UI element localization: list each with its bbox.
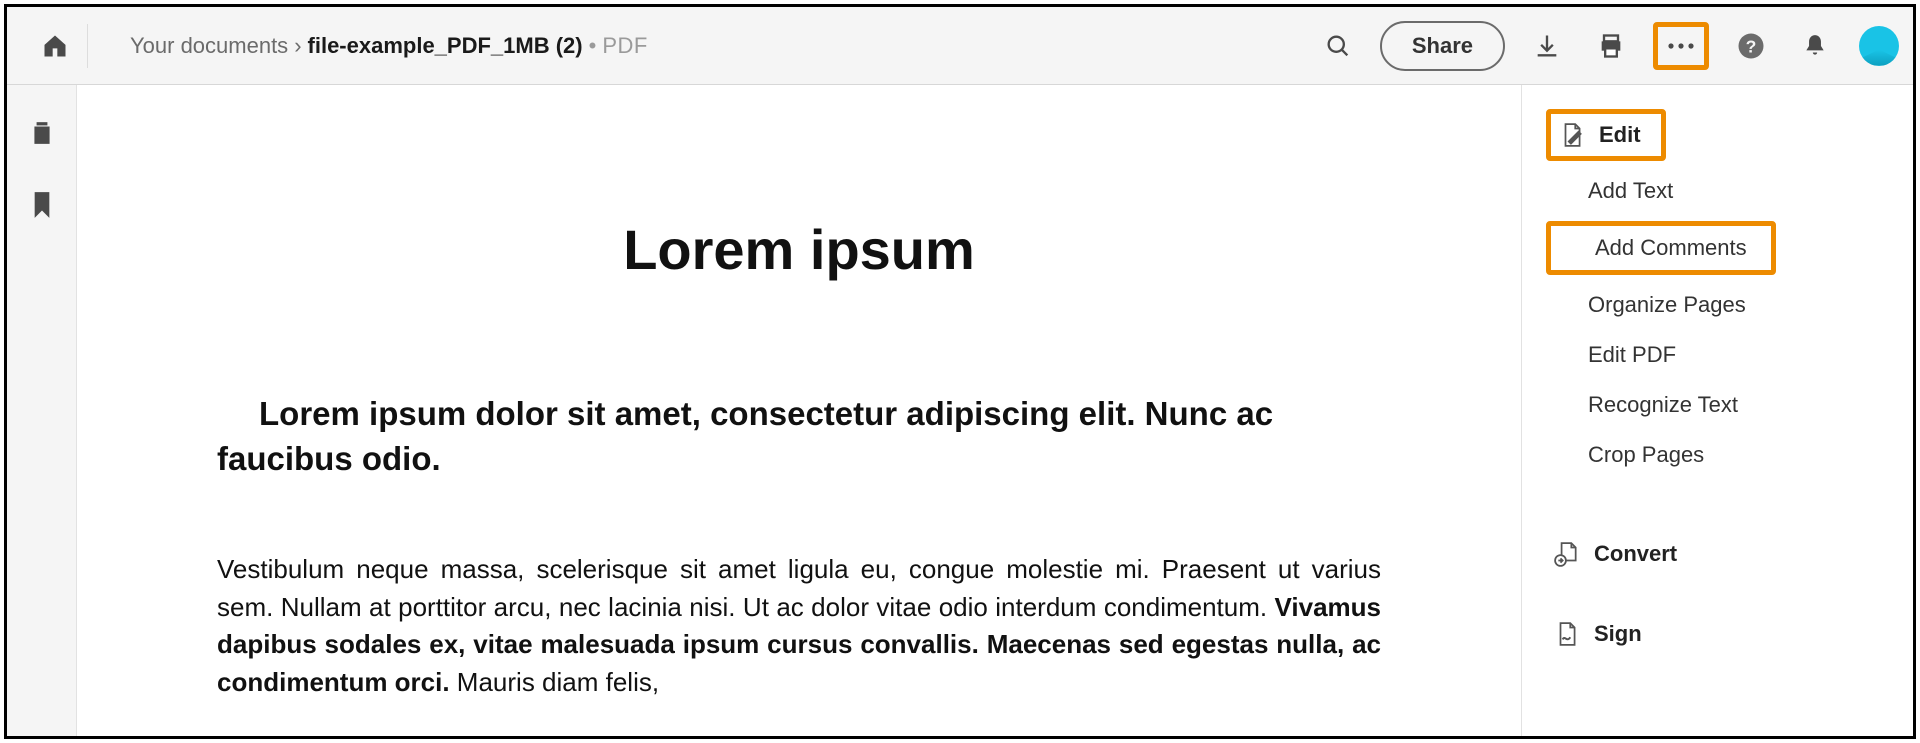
print-icon (1597, 32, 1625, 60)
top-toolbar: Your documents › file-example_PDF_1MB (2… (7, 7, 1913, 85)
add-comments-highlight: Add Comments (1546, 221, 1776, 275)
toolbar-divider (87, 24, 88, 68)
edit-pdf-icon (1559, 122, 1585, 148)
document-viewport[interactable]: Lorem ipsum Lorem ipsum dolor sit amet, … (77, 85, 1521, 736)
share-label: Share (1412, 33, 1473, 59)
thumbnails-button[interactable] (22, 113, 62, 153)
edit-highlight: Edit (1546, 109, 1666, 161)
more-actions-highlight (1653, 22, 1709, 70)
doc-subheading: Lorem ipsum dolor sit amet, consectetur … (217, 392, 1381, 481)
top-actions: Share ? (1316, 21, 1901, 71)
convert-label: Convert (1594, 541, 1677, 567)
notifications-button[interactable] (1793, 24, 1837, 68)
tool-add-text[interactable]: Add Text (1546, 171, 1885, 211)
search-button[interactable] (1316, 24, 1360, 68)
tool-edit-pdf[interactable]: Edit PDF (1546, 335, 1885, 375)
bookmarks-button[interactable] (22, 185, 62, 225)
bell-icon (1802, 33, 1828, 59)
left-rail (7, 85, 77, 736)
breadcrumb: Your documents › file-example_PDF_1MB (2… (130, 33, 648, 59)
breadcrumb-dot: • (589, 33, 597, 59)
tool-recognize-text[interactable]: Recognize Text (1546, 385, 1885, 425)
home-button[interactable] (33, 24, 77, 68)
home-icon (41, 32, 69, 60)
pages-icon (29, 120, 55, 146)
chevron-right-icon: › (294, 33, 301, 59)
doc-title: Lorem ipsum (217, 217, 1381, 282)
search-icon (1324, 32, 1352, 60)
convert-icon (1554, 541, 1580, 567)
more-actions-button[interactable] (1662, 29, 1700, 63)
sign-section[interactable]: Sign (1546, 611, 1885, 657)
tool-crop-pages[interactable]: Crop Pages (1546, 435, 1885, 475)
bookmark-icon (31, 192, 53, 218)
download-icon (1533, 32, 1561, 60)
breadcrumb-filename: file-example_PDF_1MB (2) (308, 33, 583, 59)
tool-add-comments[interactable]: Add Comments (1553, 228, 1765, 268)
download-button[interactable] (1525, 24, 1569, 68)
doc-paragraph: Vestibulum neque massa, scelerisque sit … (217, 551, 1381, 702)
doc-para-text-1: Vestibulum neque massa, scelerisque sit … (217, 554, 1381, 622)
help-icon: ? (1736, 31, 1766, 61)
svg-text:?: ? (1746, 36, 1757, 56)
avatar-icon (1859, 26, 1899, 66)
print-button[interactable] (1589, 24, 1633, 68)
edit-label: Edit (1599, 122, 1641, 148)
help-button[interactable]: ? (1729, 24, 1773, 68)
tools-panel: Edit Add Text Add Comments Organize Page… (1521, 85, 1913, 736)
share-button[interactable]: Share (1380, 21, 1505, 71)
account-avatar[interactable] (1857, 24, 1901, 68)
doc-para-text-2: Mauris diam felis, (450, 667, 660, 697)
edit-section[interactable]: Edit (1553, 116, 1655, 154)
ellipsis-icon (1666, 42, 1696, 50)
convert-section[interactable]: Convert (1546, 531, 1885, 577)
sign-label: Sign (1594, 621, 1642, 647)
tool-organize-pages[interactable]: Organize Pages (1546, 285, 1885, 325)
breadcrumb-filetype: PDF (602, 33, 648, 59)
document-page: Lorem ipsum Lorem ipsum dolor sit amet, … (77, 85, 1521, 702)
breadcrumb-location[interactable]: Your documents (130, 33, 288, 59)
sign-icon (1554, 621, 1580, 647)
